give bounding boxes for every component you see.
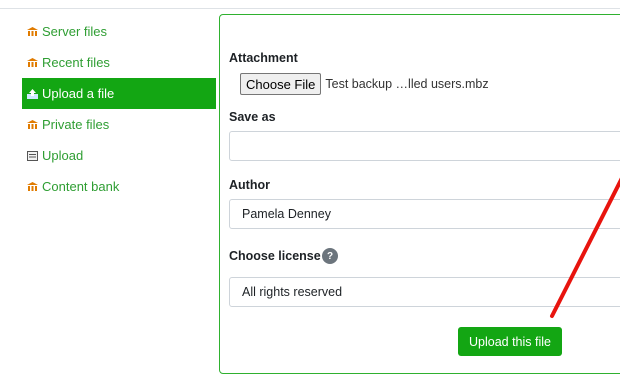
sidebar-item-label: Upload [42,148,84,163]
upload-form-panel [219,14,620,374]
author-label: Author [229,178,270,192]
upload-icon [26,88,38,100]
sidebar-item-private-files[interactable]: Private files [22,109,216,140]
sidebar-item-upload-a-file[interactable]: Upload a file [22,78,216,109]
file-picker-sidebar: Server files Recent files Upload a file … [22,16,216,202]
sidebar-item-recent-files[interactable]: Recent files [22,47,216,78]
repository-icon [26,57,38,69]
repository-icon [26,26,38,38]
choose-file-button[interactable]: Choose File [240,73,322,95]
repository-icon [26,119,38,131]
upload-box-icon [26,150,38,162]
sidebar-item-label: Upload a file [42,86,115,101]
sidebar-item-label: Server files [42,24,108,39]
sidebar-item-label: Private files [42,117,110,132]
upload-this-file-button[interactable]: Upload this file [458,327,562,356]
attachment-label: Attachment [229,51,298,65]
save-as-label: Save as [229,110,276,124]
repository-icon [26,181,38,193]
save-as-input[interactable] [229,131,620,161]
top-divider [0,8,620,9]
license-label: Choose license [229,249,321,263]
sidebar-item-server-files[interactable]: Server files [22,16,216,47]
author-input[interactable]: Pamela Denney [229,199,620,229]
sidebar-item-label: Content bank [42,179,120,194]
file-input: Choose File Test backup …lled users.mbz [240,73,489,95]
sidebar-item-upload[interactable]: Upload [22,140,216,171]
sidebar-item-content-bank[interactable]: Content bank [22,171,216,202]
help-icon[interactable]: ? [322,248,338,264]
license-select[interactable]: All rights reserved [229,277,620,307]
sidebar-item-label: Recent files [42,55,110,70]
selected-file-name: Test backup …lled users.mbz [325,77,489,91]
